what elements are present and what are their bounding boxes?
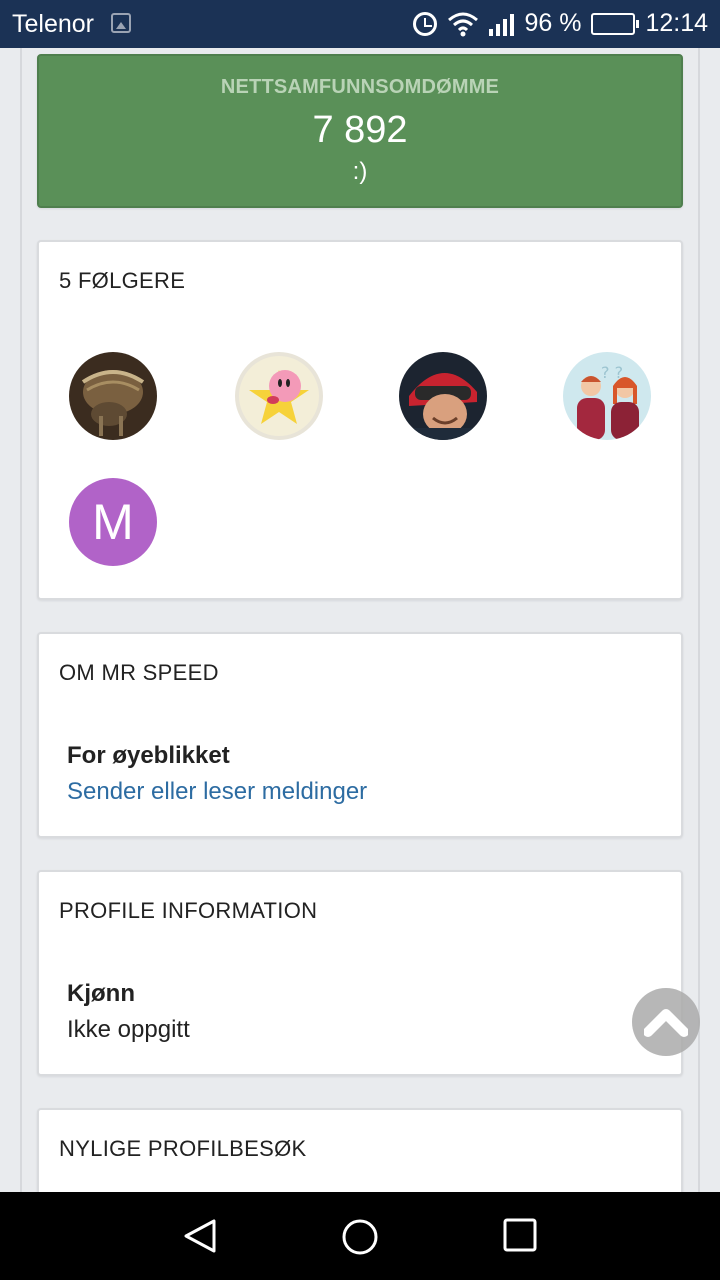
recent-visits-title: NYLIGE PROFILBESØK [59,1136,307,1161]
avatar-image-star-character [235,352,323,440]
reputation-label: NETTSAMFUNNSOMDØMME [220,76,500,98]
wifi-icon [448,12,479,36]
profile-information-title: PROFILE INFORMATION [59,898,318,923]
alarm-icon [413,11,438,36]
follower-avatar[interactable] [399,352,487,440]
reputation-value: 7 892 [312,109,408,151]
gender-label: Kjønn [67,980,135,1007]
navigation-bar [0,1192,720,1280]
profile-information-card: PROFILE INFORMATION Kjønn Ikke oppgitt [37,870,683,1076]
follower-avatar[interactable] [69,352,157,440]
status-value: Sender eller leser meldinger [67,778,368,805]
follower-avatar[interactable]: ? ? [563,352,651,440]
gender-value: Ikke oppgitt [67,1016,190,1043]
avatar-image-cartoon-couple: ? ? [563,352,651,440]
back-icon[interactable] [182,1218,218,1254]
reputation-card: NETTSAMFUNNSOMDØMME 7 892 :) [37,54,683,208]
home-icon[interactable] [341,1218,379,1256]
recents-icon[interactable] [503,1218,537,1252]
followers-card: 5 FØLGERE ? ? M [37,240,683,600]
image-notification-icon [111,13,131,33]
signal-icon [489,12,515,36]
scroll-to-top-button[interactable] [632,988,700,1056]
status-bar: Telenor 96 % 12:14 [0,0,720,48]
battery-icon [591,12,640,35]
avatar-image-creature [69,352,157,440]
about-title: OM MR SPEED [59,660,219,685]
status-label: For øyeblikket [67,742,230,769]
chevron-up-icon [644,1009,688,1037]
clock: 12:14 [645,9,708,37]
followers-title: 5 FØLGERE [59,268,186,293]
avatar-image-helmet-person [399,352,487,440]
carrier-name: Telenor [12,10,94,38]
follower-avatar[interactable]: M [69,478,157,566]
follower-avatar[interactable] [235,352,323,440]
about-card: OM MR SPEED For øyeblikket Sender eller … [37,632,683,838]
battery-percent: 96 % [524,9,582,37]
reputation-smiley: :) [352,158,368,185]
avatar-letter: M [92,494,134,550]
